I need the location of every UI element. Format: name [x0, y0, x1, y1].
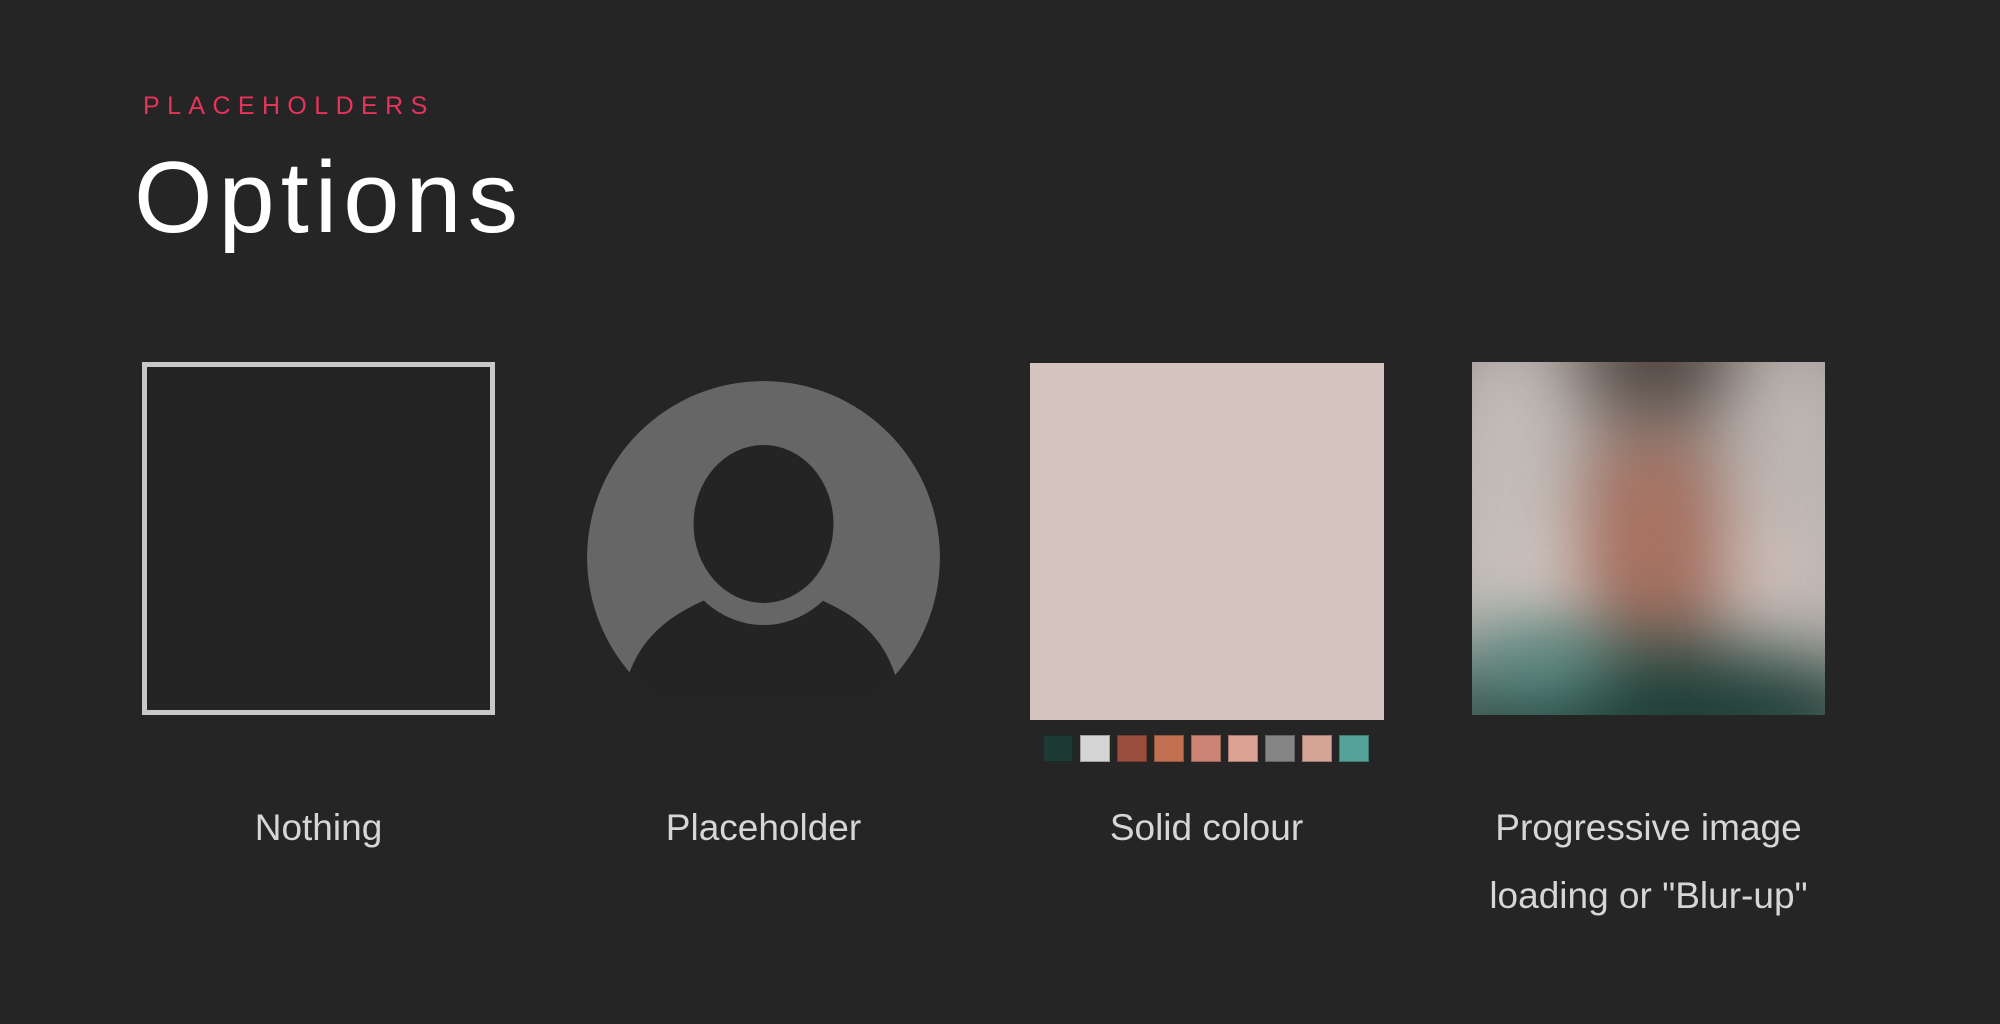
colour-swatch [1080, 735, 1110, 762]
colour-swatch [1302, 735, 1332, 762]
avatar-head [693, 445, 834, 603]
empty-image-frame [142, 362, 495, 715]
option-label: Placeholder [665, 807, 862, 848]
blurred-image-preview [1472, 362, 1825, 715]
option-label-line2: loading or "Blur-up" [1489, 875, 1808, 916]
option-label: Nothing [254, 807, 383, 848]
person-avatar-icon [587, 381, 940, 701]
colour-swatch [1228, 735, 1258, 762]
colour-swatch [1339, 735, 1369, 762]
option-label: Progressive image loading or "Blur-up" [1412, 794, 1885, 930]
colour-palette [1043, 735, 1369, 762]
option-label-line1: Progressive image [1495, 807, 1802, 848]
colour-swatch [1265, 735, 1295, 762]
colour-swatch [1154, 735, 1184, 762]
page-title: Options [134, 142, 525, 254]
solid-colour-fill [1030, 363, 1384, 720]
option-label: Solid colour [1109, 807, 1304, 848]
colour-swatch [1043, 735, 1073, 762]
colour-swatch [1191, 735, 1221, 762]
colour-swatch [1117, 735, 1147, 762]
section-eyebrow: PLACEHOLDERS [143, 92, 435, 120]
